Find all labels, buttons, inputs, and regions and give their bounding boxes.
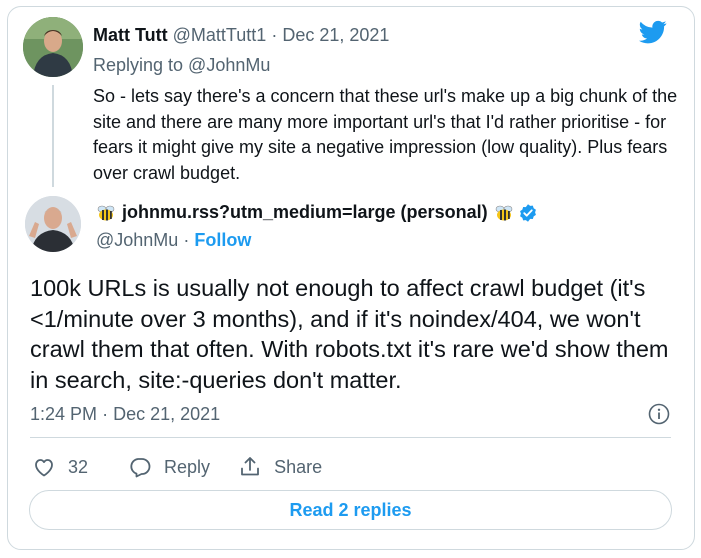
tweet-handle-row: @JohnMu · Follow [96, 230, 251, 251]
comment-icon [130, 458, 151, 478]
tweet-time: 1:24 PM [30, 404, 98, 424]
reply-date[interactable]: Dec 21, 2021 [282, 25, 389, 45]
read-replies-button[interactable]: Read 2 replies [29, 490, 672, 530]
reply-text: So - lets say there's a concern that the… [93, 86, 678, 183]
reply-separator: · [271, 25, 278, 45]
reply-header: Matt Tutt @MattTutt1 · Dec 21, 2021 [93, 25, 389, 46]
share-label: Share [274, 456, 323, 477]
reply-author-handle[interactable]: @MattTutt1 [173, 25, 267, 45]
bee-emoji-icon [495, 205, 512, 220]
like-count: 32 [68, 456, 89, 477]
share-button[interactable]: Share [238, 455, 322, 479]
reply-author-name[interactable]: Matt Tutt [93, 25, 168, 45]
replying-to: Replying to @JohnMu [93, 55, 271, 75]
info-icon[interactable] [647, 402, 671, 426]
thread-connector-line [52, 85, 54, 187]
tweet-text: 100k URLs is usually not enough to affec… [30, 275, 669, 393]
handle-separator: · [183, 230, 190, 250]
reply-button[interactable]: Reply [128, 455, 210, 479]
share-icon [241, 457, 259, 476]
bee-emoji-icon [97, 205, 115, 220]
tweet-author-name[interactable]: johnmu.rss?utm_medium=large (personal) [122, 202, 488, 223]
divider [30, 437, 671, 438]
tweet-actions: 32 Reply Share [32, 452, 322, 482]
heart-icon [35, 459, 53, 477]
tweet-timestamp[interactable]: 1:24 PM · Dec 21, 2021 [30, 404, 220, 425]
follow-button[interactable]: Follow [194, 230, 251, 250]
timestamp-separator: · [102, 404, 109, 424]
tweet-date: Dec 21, 2021 [113, 404, 221, 424]
avatar-matt-tutt[interactable] [23, 17, 83, 77]
twitter-bird-icon[interactable] [637, 18, 669, 46]
tweet-header: johnmu.rss?utm_medium=large (personal) [96, 202, 538, 223]
like-button[interactable]: 32 [32, 455, 88, 479]
reply-label: Reply [164, 456, 211, 477]
avatar-johnmu[interactable] [25, 196, 81, 252]
tweet-author-handle[interactable]: @JohnMu [96, 230, 178, 250]
verified-badge-icon [519, 203, 536, 222]
